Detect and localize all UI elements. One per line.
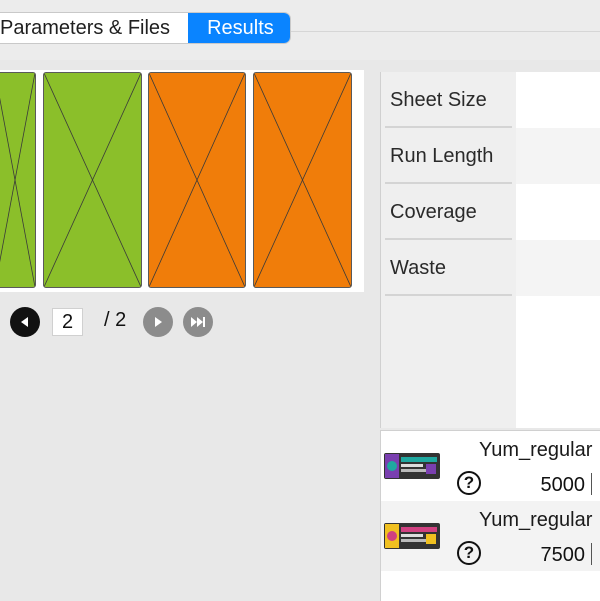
sheet-cross-icon: [149, 73, 245, 287]
info-label-sheet-size: Sheet Size: [385, 72, 512, 128]
sheet-tile[interactable]: [253, 72, 352, 288]
tab-results[interactable]: Results: [188, 13, 290, 43]
value-cell: [516, 72, 600, 128]
next-page-button[interactable]: [143, 307, 173, 337]
top-bar: Parameters & Files Results: [0, 0, 600, 60]
info-label-coverage: Coverage: [385, 184, 512, 240]
list-item[interactable]: Yum_regular ? 7500: [381, 501, 600, 571]
file-name: Yum_regular: [479, 509, 593, 531]
file-thumbnail: [384, 453, 440, 479]
results-info-table: Sheet Size Run Length Coverage Waste: [380, 72, 600, 428]
help-icon[interactable]: ?: [457, 471, 481, 495]
layout-preview: [0, 70, 364, 292]
info-label-waste: Waste: [385, 240, 512, 296]
sheet-cross-icon: [254, 73, 351, 287]
last-icon: [191, 317, 205, 327]
sheet-tile[interactable]: [0, 72, 36, 288]
sheet-cross-icon: [0, 73, 35, 287]
column-divider: [591, 473, 592, 495]
tab-parameters-files[interactable]: Parameters & Files: [0, 13, 188, 43]
file-quantity[interactable]: 7500: [509, 544, 586, 567]
next-icon: [155, 317, 162, 327]
files-list: Yum_regular ? 5000 Yum_regular ? 7500: [380, 430, 600, 601]
page-number-input[interactable]: 2: [52, 308, 83, 336]
segmented-tabs: Parameters & Files Results: [0, 13, 290, 43]
value-cell: [516, 240, 600, 296]
list-item[interactable]: Yum_regular ? 5000: [381, 431, 600, 501]
sheet-tile[interactable]: [148, 72, 246, 288]
file-thumbnail: [384, 523, 440, 549]
file-name: Yum_regular: [479, 439, 593, 461]
column-divider: [591, 543, 592, 565]
value-cell: [516, 184, 600, 240]
sheet-tile[interactable]: [43, 72, 142, 288]
file-quantity[interactable]: 5000: [509, 474, 586, 497]
value-cell: [516, 128, 600, 184]
info-values-column: [516, 72, 600, 428]
page-total-label: / 2: [104, 309, 127, 331]
last-page-button[interactable]: [183, 307, 213, 337]
sheet-cross-icon: [44, 73, 141, 287]
prev-page-button[interactable]: [10, 307, 40, 337]
info-label-run-length: Run Length: [385, 128, 512, 184]
help-icon[interactable]: ?: [457, 541, 481, 565]
prev-icon: [21, 317, 28, 327]
